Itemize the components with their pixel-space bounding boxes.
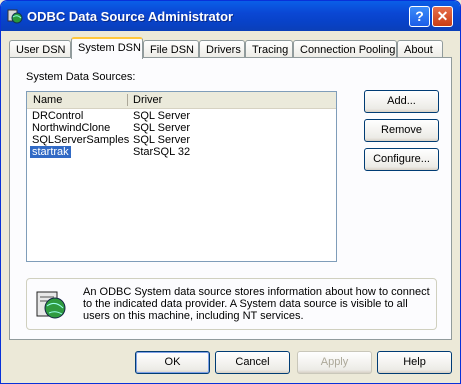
tab-system-dsn[interactable]: System DSN bbox=[71, 37, 143, 59]
configure-button[interactable]: Configure... bbox=[364, 148, 439, 171]
odbc-globe-icon bbox=[7, 9, 23, 24]
list-header: Name Driver bbox=[27, 92, 336, 109]
help-button[interactable]: Help bbox=[377, 351, 452, 374]
add-button[interactable]: Add... bbox=[364, 90, 439, 113]
odbc-dialog-window: ODBC Data Source Administrator ? ✕ User … bbox=[0, 0, 461, 384]
database-globe-icon bbox=[36, 291, 66, 319]
column-header-name[interactable]: Name bbox=[33, 94, 62, 106]
apply-button[interactable]: Apply bbox=[297, 351, 372, 374]
title-bar[interactable]: ODBC Data Source Administrator ? ✕ bbox=[1, 1, 460, 31]
info-box: An ODBC System data source stores inform… bbox=[26, 278, 437, 330]
help-title-button[interactable]: ? bbox=[409, 6, 430, 27]
ok-button[interactable]: OK bbox=[135, 351, 210, 374]
remove-button[interactable]: Remove bbox=[364, 119, 439, 142]
system-data-sources-label: System Data Sources: bbox=[26, 71, 136, 83]
window-title: ODBC Data Source Administrator bbox=[27, 9, 234, 24]
column-separator[interactable] bbox=[127, 94, 128, 106]
data-sources-list[interactable]: Name Driver DRControl SQL Server Northwi… bbox=[26, 91, 337, 262]
tab-file-dsn[interactable]: File DSN bbox=[143, 40, 199, 58]
column-header-driver[interactable]: Driver bbox=[133, 94, 162, 106]
cancel-button[interactable]: Cancel bbox=[215, 351, 290, 374]
tab-tracing[interactable]: Tracing bbox=[245, 40, 293, 58]
info-description: An ODBC System data source stores inform… bbox=[83, 286, 430, 322]
system-dsn-panel: System Data Sources: Name Driver DRContr… bbox=[9, 57, 452, 340]
tab-connection-pooling[interactable]: Connection Pooling bbox=[293, 40, 397, 58]
tab-about[interactable]: About bbox=[397, 40, 443, 58]
tab-drivers[interactable]: Drivers bbox=[199, 40, 245, 58]
tab-user-dsn[interactable]: User DSN bbox=[9, 40, 71, 58]
close-button[interactable]: ✕ bbox=[432, 6, 453, 27]
